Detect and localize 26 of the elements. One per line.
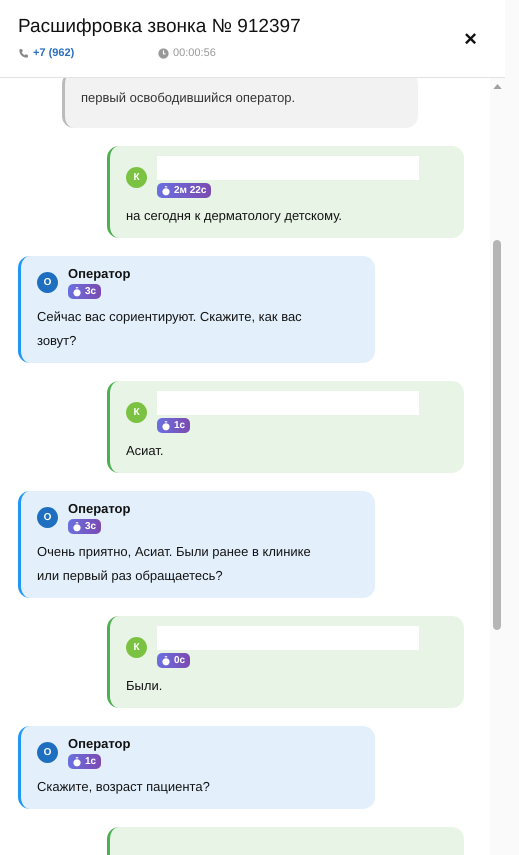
sender-name: Оператор <box>68 501 130 516</box>
message-text: Скажите, возраст пациента? <box>37 778 211 796</box>
avatar: К <box>126 636 147 658</box>
time-text: 3с <box>85 286 96 297</box>
time-text: 3с <box>85 521 96 532</box>
avatar: О <box>37 742 58 763</box>
avatar: К <box>126 402 147 422</box>
time-text: 2м 22с <box>174 185 206 196</box>
sender-name: Оператор <box>68 266 130 281</box>
avatar: К <box>126 166 147 188</box>
message-text: первый освободившийся оператор. <box>81 89 296 107</box>
time-text: 1с <box>85 756 96 767</box>
message-text: Асиат. <box>126 442 165 460</box>
avatar: О <box>37 272 58 293</box>
dialog-title: Расшифровка звонка № 912397 <box>18 16 301 38</box>
time-text: 1с <box>174 420 186 431</box>
message-text: Были. <box>126 677 164 695</box>
message-text: на сегодня к дерматологу детскому. <box>126 207 344 225</box>
message-text: Очень приятно, Асиат. Были ранее в клинике или первый раз обращаетесь? <box>37 543 312 585</box>
close-button[interactable]: × <box>462 28 479 50</box>
call-duration: 00:00:56 <box>173 47 216 59</box>
avatar: О <box>37 507 58 528</box>
time-text: 0с <box>174 655 186 666</box>
message-text: Сейчас вас сориентируют. Скажите, как вас зовут? <box>37 308 303 350</box>
phone-number: +7 (962) <box>33 47 74 59</box>
sender-name: Оператор <box>68 736 130 751</box>
